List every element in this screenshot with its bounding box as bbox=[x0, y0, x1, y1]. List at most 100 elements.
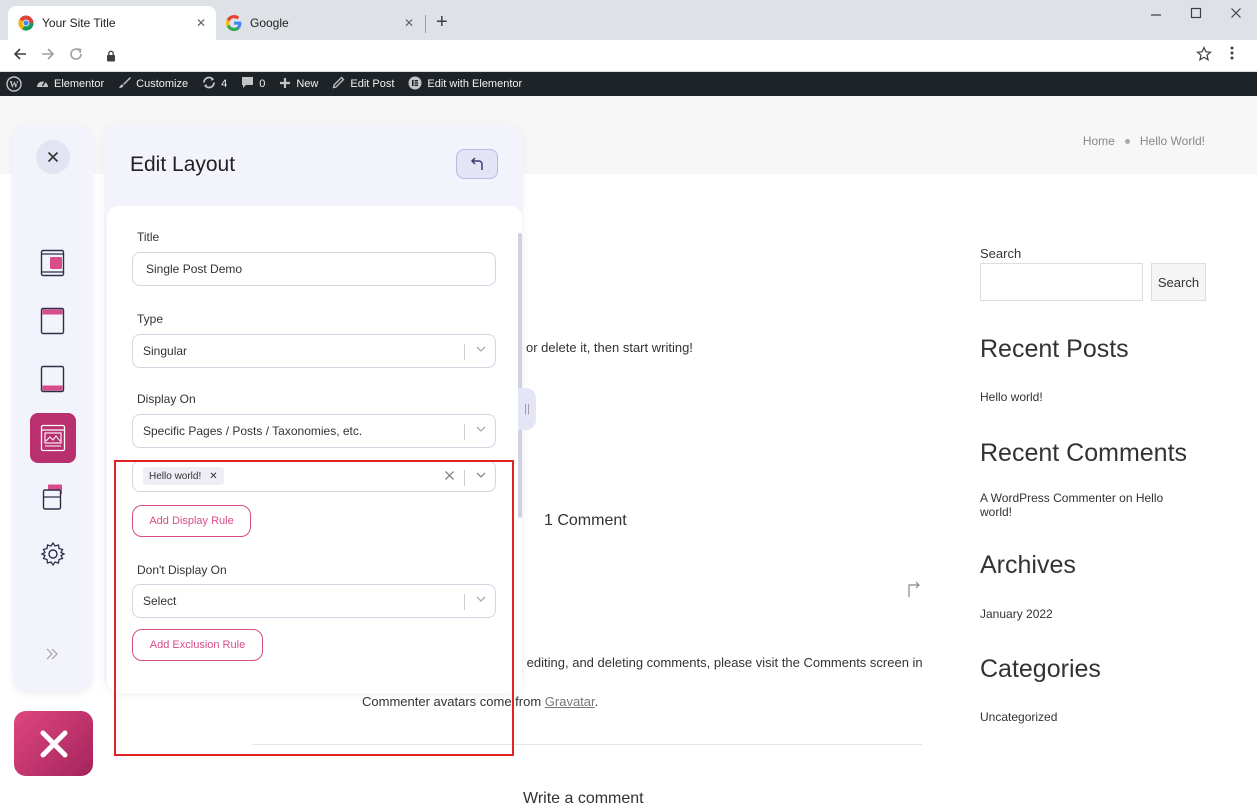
tab-title: Your Site Title bbox=[42, 16, 116, 30]
arrow-left-icon bbox=[13, 48, 26, 60]
new-tab-button[interactable]: + bbox=[436, 12, 448, 32]
wp-bar-edit-post[interactable]: Edit Post bbox=[332, 76, 394, 92]
google-icon bbox=[226, 15, 242, 31]
header-layout-icon bbox=[40, 307, 65, 335]
close-icon bbox=[1231, 8, 1241, 18]
archive-link[interactable]: January 2022 bbox=[980, 607, 1053, 621]
wordpress-icon: W bbox=[6, 76, 22, 92]
search-label: Search bbox=[980, 246, 1022, 261]
breadcrumb-current: Hello World! bbox=[1139, 134, 1205, 148]
type-label: Type bbox=[137, 312, 164, 326]
back-button[interactable] bbox=[456, 149, 498, 179]
select-separator bbox=[464, 344, 465, 360]
chevron-down-icon[interactable] bbox=[475, 343, 487, 358]
breadcrumb-separator bbox=[1124, 138, 1130, 144]
archive-layout-icon bbox=[42, 484, 62, 510]
wp-bar-label: Edit Post bbox=[350, 78, 395, 90]
updates-icon bbox=[202, 76, 216, 92]
chrome-icon bbox=[18, 15, 34, 31]
edit-layout-panel: Edit Layout Title Single Post Demo Type … bbox=[104, 123, 523, 756]
nav-header-layout[interactable] bbox=[32, 300, 74, 342]
browser-tab-bar: Your Site Title ✕ Google ✕ + bbox=[0, 0, 1257, 40]
recent-posts-title: Recent Posts bbox=[980, 335, 1129, 363]
close-window-button[interactable] bbox=[1221, 6, 1251, 22]
reply-icon[interactable] bbox=[906, 580, 922, 603]
tab-close-icon[interactable]: ✕ bbox=[196, 16, 206, 30]
tab-google[interactable]: Google ✕ bbox=[216, 6, 424, 40]
expand-sidebar-icon[interactable] bbox=[45, 647, 59, 663]
nav-settings[interactable] bbox=[32, 533, 74, 575]
footer-layout-icon bbox=[40, 365, 65, 393]
type-select[interactable]: Singular bbox=[132, 334, 496, 368]
tab-your-site-title[interactable]: Your Site Title ✕ bbox=[8, 6, 216, 40]
select-separator bbox=[464, 424, 465, 440]
maximize-window-button[interactable] bbox=[1181, 6, 1211, 22]
nav-archive-layout[interactable] bbox=[32, 476, 74, 518]
reload-button[interactable] bbox=[66, 46, 86, 67]
builder-logo-icon bbox=[40, 730, 67, 757]
wp-bar-edit-with-elementor[interactable]: Edit with Elementor bbox=[408, 76, 522, 93]
recent-post-link[interactable]: Hello world! bbox=[980, 390, 1043, 404]
search-input[interactable] bbox=[980, 263, 1143, 301]
wp-bar-label: 4 bbox=[221, 78, 228, 90]
post-excerpt: or delete it, then start writing! bbox=[526, 340, 693, 355]
breadcrumb-home-link[interactable]: Home bbox=[1083, 134, 1115, 148]
recent-comment-link[interactable]: A WordPress Commenter on Hello world! bbox=[980, 491, 1190, 519]
comments-icon bbox=[241, 76, 254, 92]
close-builder-button[interactable] bbox=[36, 140, 70, 174]
gravatar-link[interactable]: Gravatar bbox=[545, 694, 595, 709]
avatars-suffix: . bbox=[594, 694, 599, 709]
display-rules-highlight bbox=[114, 460, 514, 756]
wp-bar-updates[interactable]: 4 bbox=[202, 76, 227, 92]
tab-close-icon[interactable]: ✕ bbox=[404, 16, 414, 30]
builder-logo-button[interactable] bbox=[14, 711, 93, 776]
single-post-layout-icon bbox=[40, 424, 66, 452]
wp-bar-customize[interactable]: Customize bbox=[118, 76, 188, 92]
forward-button[interactable] bbox=[38, 46, 58, 67]
display-on-select[interactable]: Specific Pages / Posts / Taxonomies, etc… bbox=[132, 414, 496, 448]
wp-bar-label: 0 bbox=[259, 78, 266, 90]
breadcrumb: Home Hello World! bbox=[1083, 134, 1205, 148]
wp-logo-menu[interactable]: W bbox=[6, 76, 22, 92]
title-label: Title bbox=[137, 230, 160, 244]
title-input[interactable]: Single Post Demo bbox=[132, 252, 496, 286]
display-on-label: Display On bbox=[137, 392, 196, 406]
lock-icon[interactable] bbox=[106, 49, 116, 67]
maximize-icon bbox=[1190, 7, 1202, 19]
wp-bar-elementor[interactable]: Elementor bbox=[36, 77, 104, 91]
gear-icon bbox=[40, 541, 66, 567]
wp-admin-bar: W Elementor Customize 4 0 New Edit Post … bbox=[0, 72, 1257, 96]
wp-bar-new[interactable]: New bbox=[279, 77, 318, 92]
undo-arrow-icon bbox=[470, 157, 483, 170]
category-link[interactable]: Uncategorized bbox=[980, 710, 1057, 724]
categories-title: Categories bbox=[980, 655, 1101, 683]
comment-text: ng, editing, and deleting comments, plea… bbox=[505, 655, 923, 670]
panel-title: Edit Layout bbox=[130, 153, 236, 176]
brush-icon bbox=[118, 76, 132, 92]
nav-layout-sidebar[interactable] bbox=[32, 242, 74, 284]
panel-scrollbar[interactable] bbox=[518, 233, 522, 518]
type-select-value: Singular bbox=[143, 344, 188, 358]
tab-separator bbox=[425, 15, 426, 33]
nav-footer-layout[interactable] bbox=[32, 358, 74, 400]
nav-single-layout[interactable] bbox=[30, 413, 76, 463]
recent-comments-title: Recent Comments bbox=[980, 439, 1188, 467]
minimize-window-button[interactable] bbox=[1141, 6, 1171, 22]
back-button[interactable] bbox=[10, 46, 30, 67]
tab-title: Google bbox=[250, 16, 289, 30]
minimize-icon bbox=[1151, 14, 1161, 16]
wp-bar-label: Customize bbox=[136, 78, 189, 90]
pencil-icon bbox=[332, 76, 345, 92]
reload-icon bbox=[70, 48, 82, 60]
search-button[interactable]: Search bbox=[1151, 263, 1206, 301]
close-icon bbox=[47, 151, 59, 163]
chevron-down-icon[interactable] bbox=[475, 423, 487, 438]
panel-resize-handle[interactable]: || bbox=[518, 388, 536, 430]
bookmark-star-icon[interactable] bbox=[1196, 46, 1212, 67]
display-on-select-value: Specific Pages / Posts / Taxonomies, etc… bbox=[143, 424, 363, 438]
address-bar bbox=[0, 40, 1257, 72]
wp-bar-comments[interactable]: 0 bbox=[241, 76, 265, 92]
svg-text:W: W bbox=[10, 80, 19, 90]
browser-menu-icon[interactable] bbox=[1230, 45, 1234, 66]
layout-settings-card: Title Single Post Demo Type Singular Dis… bbox=[107, 206, 522, 756]
